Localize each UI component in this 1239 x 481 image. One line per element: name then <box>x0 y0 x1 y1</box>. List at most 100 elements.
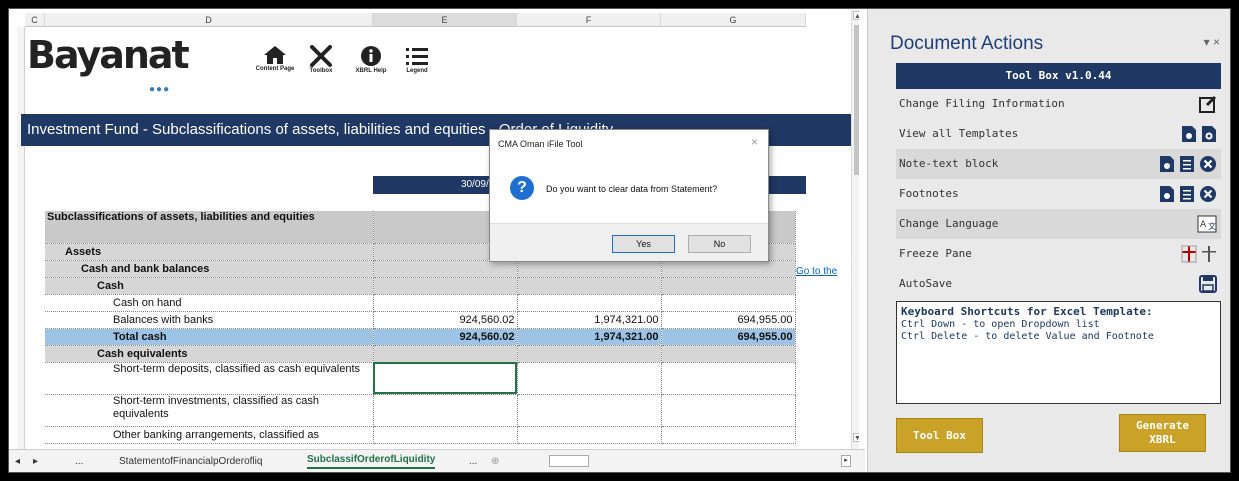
cell-e[interactable]: 924,560.02 <box>373 311 518 329</box>
row-label: Total cash <box>45 328 374 346</box>
doc-view-icon[interactable] <box>1159 185 1175 203</box>
cell-e[interactable] <box>373 294 518 312</box>
cell-g[interactable] <box>661 345 796 363</box>
cell-f[interactable] <box>517 260 662 278</box>
cell-e[interactable] <box>373 426 518 444</box>
add-sheet-icon[interactable]: ⊕ <box>491 456 499 467</box>
row-label: Balances with banks <box>45 311 374 329</box>
cell-f[interactable] <box>517 345 662 363</box>
action-label: Freeze Pane <box>899 247 972 260</box>
application-window: C D E F G Bayanat ●●● Content Page Toolb… <box>8 8 1231 473</box>
translate-icon[interactable]: A文 <box>1197 215 1217 233</box>
tab-more-right[interactable]: ... <box>469 456 477 467</box>
content-page-button[interactable]: Content Page <box>253 45 297 73</box>
dialog-title: CMA Oman iFile Tool <box>498 139 583 149</box>
cell-e[interactable] <box>373 260 518 278</box>
action-freeze-pane[interactable]: Freeze Pane <box>896 239 1221 269</box>
cell-f[interactable]: 1,974,321.00 <box>517 311 662 329</box>
generate-xbrl-button[interactable]: Generate XBRL <box>1119 414 1206 452</box>
column-header-c[interactable]: C <box>25 13 45 27</box>
table-row: Cash on hand <box>45 294 796 312</box>
cell-g[interactable] <box>661 294 796 312</box>
action-label: AutoSave <box>899 277 952 290</box>
cell-e[interactable] <box>373 345 518 363</box>
cell-g[interactable] <box>661 277 796 295</box>
go-to-link[interactable]: Go to the <box>796 266 837 277</box>
scroll-up-icon[interactable]: ▲ <box>853 11 859 20</box>
note-icon[interactable] <box>1179 155 1195 173</box>
cell-f[interactable] <box>517 294 662 312</box>
bayanat-logo: Bayanat <box>27 33 190 77</box>
cell-f[interactable] <box>517 394 662 427</box>
action-autosave[interactable]: AutoSave <box>896 269 1221 299</box>
cell-e[interactable] <box>373 277 518 295</box>
dialog-close-icon[interactable]: × <box>751 135 758 149</box>
action-change-language[interactable]: Change Language A文 <box>896 209 1221 239</box>
cell-f[interactable] <box>517 277 662 295</box>
dialog-message: Do you want to clear data from Statement… <box>546 184 718 194</box>
toolbox-button[interactable]: Toolbox <box>299 45 343 75</box>
row-label: Cash equivalents <box>45 345 374 363</box>
remove-icon[interactable] <box>1199 185 1217 203</box>
cell-g[interactable] <box>661 362 796 395</box>
shortcut-line: Ctrl Down - to open Dropdown list <box>901 319 1100 330</box>
column-header-f[interactable]: F <box>517 13 661 27</box>
remove-icon[interactable] <box>1199 155 1217 173</box>
scroll-thumb[interactable] <box>854 25 859 175</box>
doc-view-icon[interactable] <box>1159 155 1175 173</box>
horizontal-scrollbar[interactable] <box>549 455 589 467</box>
dialog-footer: Yes No <box>490 223 768 261</box>
action-footnotes[interactable]: Footnotes <box>896 179 1221 209</box>
cell-f[interactable] <box>517 426 662 444</box>
selected-cell[interactable] <box>373 362 518 395</box>
pane-controls[interactable]: ▾ × <box>1204 35 1220 49</box>
action-change-filing-info[interactable]: Change Filing Information <box>896 89 1221 119</box>
cell-f[interactable] <box>517 362 662 395</box>
tab-more-left[interactable]: ... <box>75 456 83 467</box>
toolbox-label: Toolbox <box>309 68 333 74</box>
column-header-g[interactable]: G <box>661 13 806 27</box>
sheet-tab-bar: ◂ ▸ ... StatementofFinancialpOrderofliq … <box>9 449 865 472</box>
edit-icon[interactable] <box>1199 95 1217 113</box>
freeze-gray-icon[interactable] <box>1201 245 1217 263</box>
action-note-text-block[interactable]: Note-text block <box>896 149 1221 179</box>
note-icon[interactable] <box>1179 185 1195 203</box>
vertical-scrollbar[interactable]: ▲ ▼ <box>851 9 859 456</box>
tab-statement-financial[interactable]: StatementofFinancialpOrderofliq <box>119 456 262 467</box>
freeze-red-icon[interactable] <box>1181 245 1197 263</box>
legend-button[interactable]: Legend <box>395 45 439 75</box>
cell-f[interactable]: 1,974,321.00 <box>517 328 662 346</box>
svg-text:A: A <box>1200 220 1207 230</box>
cell-g[interactable]: 694,955.00 <box>661 328 796 346</box>
yes-button[interactable]: Yes <box>612 235 675 253</box>
home-icon <box>264 46 286 64</box>
scroll-down-icon[interactable]: ▼ <box>853 433 859 442</box>
tool-box-button[interactable]: Tool Box <box>896 418 983 453</box>
xbrl-help-button[interactable]: XBRL Help <box>349 45 393 75</box>
action-view-templates[interactable]: View all Templates <box>896 119 1221 149</box>
cell-g[interactable] <box>661 394 796 427</box>
doc-gear-icon[interactable] <box>1201 125 1217 143</box>
cell-g[interactable] <box>661 260 796 278</box>
doc-view-icon[interactable] <box>1181 125 1197 143</box>
tab-prev-icon[interactable]: ◂ <box>15 456 20 467</box>
row-label: Subclassifications of assets, liabilitie… <box>45 211 374 244</box>
cell-g[interactable]: 694,955.00 <box>661 311 796 329</box>
shortcuts-title: Keyboard Shortcuts for Excel Template: <box>901 305 1153 318</box>
no-button[interactable]: No <box>688 235 751 253</box>
column-header-e[interactable]: E <box>373 13 517 27</box>
table-row: Cash equivalents <box>45 345 796 363</box>
column-header-d[interactable]: D <box>45 13 373 27</box>
scroll-right-icon[interactable]: ▸ <box>841 455 851 467</box>
legend-label: Legend <box>406 68 428 74</box>
row-header-strip <box>17 27 25 456</box>
save-icon[interactable] <box>1199 275 1217 293</box>
cell-e[interactable] <box>373 394 518 427</box>
cell-g[interactable] <box>661 426 796 444</box>
action-label: Footnotes <box>899 187 959 200</box>
tools-icon <box>310 45 332 67</box>
table-row: Short-term deposits, classified as cash … <box>45 362 796 395</box>
tab-next-icon[interactable]: ▸ <box>33 456 38 467</box>
cell-e[interactable]: 924,560.02 <box>373 328 518 346</box>
tab-subclassif-active[interactable]: SubclassifOrderofLiquidity <box>307 454 436 469</box>
